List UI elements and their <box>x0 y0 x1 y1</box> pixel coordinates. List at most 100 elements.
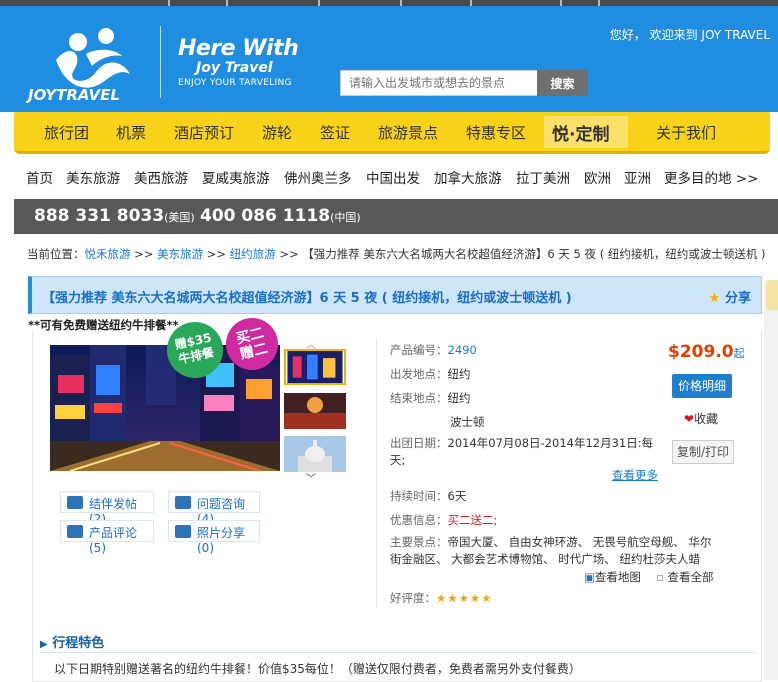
review-button[interactable]: 产品评论(5) <box>60 520 154 555</box>
nav-item-tours[interactable]: 旅行团 <box>44 122 89 143</box>
main-nav: 旅行团 机票 酒店预订 游轮 签证 旅游景点 特惠专区 悦·定制 关于我们 <box>14 112 770 154</box>
info-divider <box>376 338 377 608</box>
thumbnail-2[interactable] <box>284 393 346 429</box>
question-icon <box>175 496 191 509</box>
search-button[interactable]: 搜索 <box>537 70 588 96</box>
thumbnail-3[interactable] <box>284 436 346 472</box>
nav-item-flights[interactable]: 机票 <box>116 122 146 143</box>
joytravel-logo[interactable]: JOYTRAVEL <box>26 20 158 104</box>
tour-dates: 出团日期：2014年07月08日-2014年12月31日:每 <box>390 435 653 451</box>
subnav-item-china[interactable]: 中国出发 <box>366 167 420 187</box>
view-map-link[interactable]: ▣查看地图 <box>584 569 641 585</box>
subnav-item-latin-america[interactable]: 拉丁美洲 <box>516 167 570 187</box>
destination-nav: 首页 美东旅游 美西旅游 夏威夷旅游 佛州奥兰多 中国出发 加拿大旅游 拉丁美洲… <box>0 160 778 192</box>
nav-item-custom[interactable]: 悦·定制 <box>544 116 628 148</box>
photo-icon <box>175 525 191 538</box>
end-value-2: 波士顿 <box>450 415 485 429</box>
site-header: JOYTRAVEL Here With Joy Travel ENJOY YOU… <box>0 6 778 112</box>
phone-cn: 400 086 1118(中国) <box>200 206 361 226</box>
logo-wordmark: JOYTRAVEL <box>26 86 120 104</box>
itinerary-features-text: 以下日期特别赠送著名的纽约牛排餐！价值$35每位！（赠送仅限付费者，免费者需另外… <box>54 662 581 676</box>
date-label: 出团日期： <box>390 436 448 450</box>
breadcrumb-link-home[interactable]: 悦禾旅游 <box>85 247 131 261</box>
nav-item-hotels[interactable]: 酒店预订 <box>174 122 234 143</box>
thumbnail-1[interactable] <box>284 349 346 385</box>
triangle-icon: ▶ <box>40 639 48 650</box>
breadcrumb-link-newyork[interactable]: 纽约旅游 <box>230 247 276 261</box>
breadcrumb-current: 【强力推荐 美东六大名城两大名校超值经济游】6 天 5 夜 ( 纽约接机，纽约或… <box>302 247 766 261</box>
rating-label: 好评度： <box>390 591 436 605</box>
price-value: $209.0 <box>668 342 734 362</box>
price: $209.0起 <box>668 342 745 362</box>
end-location: 结束地点：纽约 <box>390 390 471 406</box>
side-tab[interactable] <box>766 280 778 310</box>
main-spots: 主要景点：帝国大厦、 自由女神环游、 无畏号航空母舰、 华尔 <box>390 534 711 550</box>
slogan-line-2: Joy Travel <box>196 60 273 76</box>
subnav-item-more[interactable]: 更多目的地 >> <box>664 167 758 187</box>
breadcrumb: 当前位置：悦禾旅游 >> 美东旅游 >> 纽约旅游 >> 【强力推荐 美东六大名… <box>27 246 765 262</box>
subnav-item-asia[interactable]: 亚洲 <box>624 167 651 187</box>
date-line-2: 天; <box>390 453 406 467</box>
search-box: 搜索 <box>340 70 588 96</box>
breadcrumb-link-east-us[interactable]: 美东旅游 <box>157 247 203 261</box>
view-more-link[interactable]: 查看更多 <box>612 467 658 483</box>
favorite-label: 收藏 <box>694 412 719 426</box>
thumb-scroll-down-icon[interactable]: ﹀ <box>306 470 316 485</box>
product-code: 产品编号：2490 <box>390 342 477 358</box>
end-value-1: 纽约 <box>447 391 471 405</box>
slogan: Here With Joy Travel ENJOY YOUR TARVELIN… <box>178 36 299 89</box>
subnav-item-hawaii[interactable]: 夏威夷旅游 <box>202 167 270 187</box>
product-title-bar: 【强力推荐 美东六大名城两大名校超值经济游】6 天 5 夜 ( 纽约接机，纽约或… <box>28 276 762 314</box>
nav-item-visa[interactable]: 签证 <box>320 122 350 143</box>
rating-stars-icon: ★★★★★ <box>436 591 493 605</box>
post-icon <box>67 496 83 509</box>
itinerary-features-heading: ▶ 行程特色 <box>40 632 104 651</box>
slogan-line-1: Here With <box>178 36 299 61</box>
section-divider <box>40 652 756 653</box>
duration-label: 持续时间： <box>390 489 448 503</box>
phone-us-number: 888 331 8033 <box>34 206 165 226</box>
view-all-link[interactable]: ▫ 查看全部 <box>656 569 713 585</box>
question-button[interactable]: 问题咨询(4) <box>168 491 260 526</box>
welcome-text: 您好， 欢迎来到 JOY TRAVEL <box>609 28 770 42</box>
spots-label: 主要景点： <box>390 535 448 549</box>
nav-item-about[interactable]: 关于我们 <box>656 122 716 143</box>
nav-item-custom-label: 悦·定制 <box>552 125 610 145</box>
share-button[interactable]: ★ 分享 <box>709 287 751 306</box>
breadcrumb-sep: >> <box>203 247 230 261</box>
depart-location: 出发地点：纽约 <box>390 366 471 382</box>
favorite-button[interactable]: ❤收藏 <box>684 410 718 427</box>
subnav-item-home[interactable]: 首页 <box>26 167 53 187</box>
subnav-item-east-us[interactable]: 美东旅游 <box>66 167 120 187</box>
date-line-1: 2014年07月08日-2014年12月31日:每 <box>447 436 654 450</box>
phone-bar: 888 331 8033(美国) 400 086 1118(中国) <box>14 199 778 234</box>
comment-icon <box>67 525 83 538</box>
phone-cn-region: (中国) <box>330 211 361 224</box>
copy-print-button[interactable]: 复制/打印 <box>672 440 734 464</box>
depart-value: 纽约 <box>447 367 471 381</box>
nav-item-attractions[interactable]: 旅游景点 <box>378 122 438 143</box>
subnav-item-orlando[interactable]: 佛州奥兰多 <box>284 167 352 187</box>
phone-us-region: (美国) <box>164 211 195 224</box>
breadcrumb-sep: >> <box>275 247 303 261</box>
checkbox-icon: ▫ <box>656 570 664 584</box>
spots-line-1: 帝国大厦、 自由女神环游、 无畏号航空母舰、 华尔 <box>447 535 712 549</box>
subnav-item-canada[interactable]: 加拿大旅游 <box>434 167 502 187</box>
share-label: 分享 <box>724 291 751 306</box>
nav-item-cruises[interactable]: 游轮 <box>262 122 292 143</box>
view-all-label: 查看全部 <box>667 570 714 584</box>
view-map-label: 查看地图 <box>594 570 641 584</box>
breadcrumb-sep: >> <box>130 247 158 261</box>
subnav-item-west-us[interactable]: 美西旅游 <box>134 167 188 187</box>
rating: 好评度：★★★★★ <box>390 590 493 606</box>
heart-icon: ❤ <box>684 412 695 426</box>
promo-info: 优惠信息：买二送二; <box>390 512 497 528</box>
price-suffix: 起 <box>733 347 745 360</box>
promo-label: 优惠信息： <box>390 513 448 527</box>
price-detail-button[interactable]: 价格明细 <box>672 374 732 398</box>
search-input[interactable] <box>340 70 538 96</box>
photo-share-button[interactable]: 照片分享(0) <box>168 520 260 555</box>
companion-post-button[interactable]: 结伴发帖(2) <box>60 491 154 526</box>
subnav-item-europe[interactable]: 欧洲 <box>584 167 611 187</box>
nav-item-deals[interactable]: 特惠专区 <box>466 122 526 143</box>
